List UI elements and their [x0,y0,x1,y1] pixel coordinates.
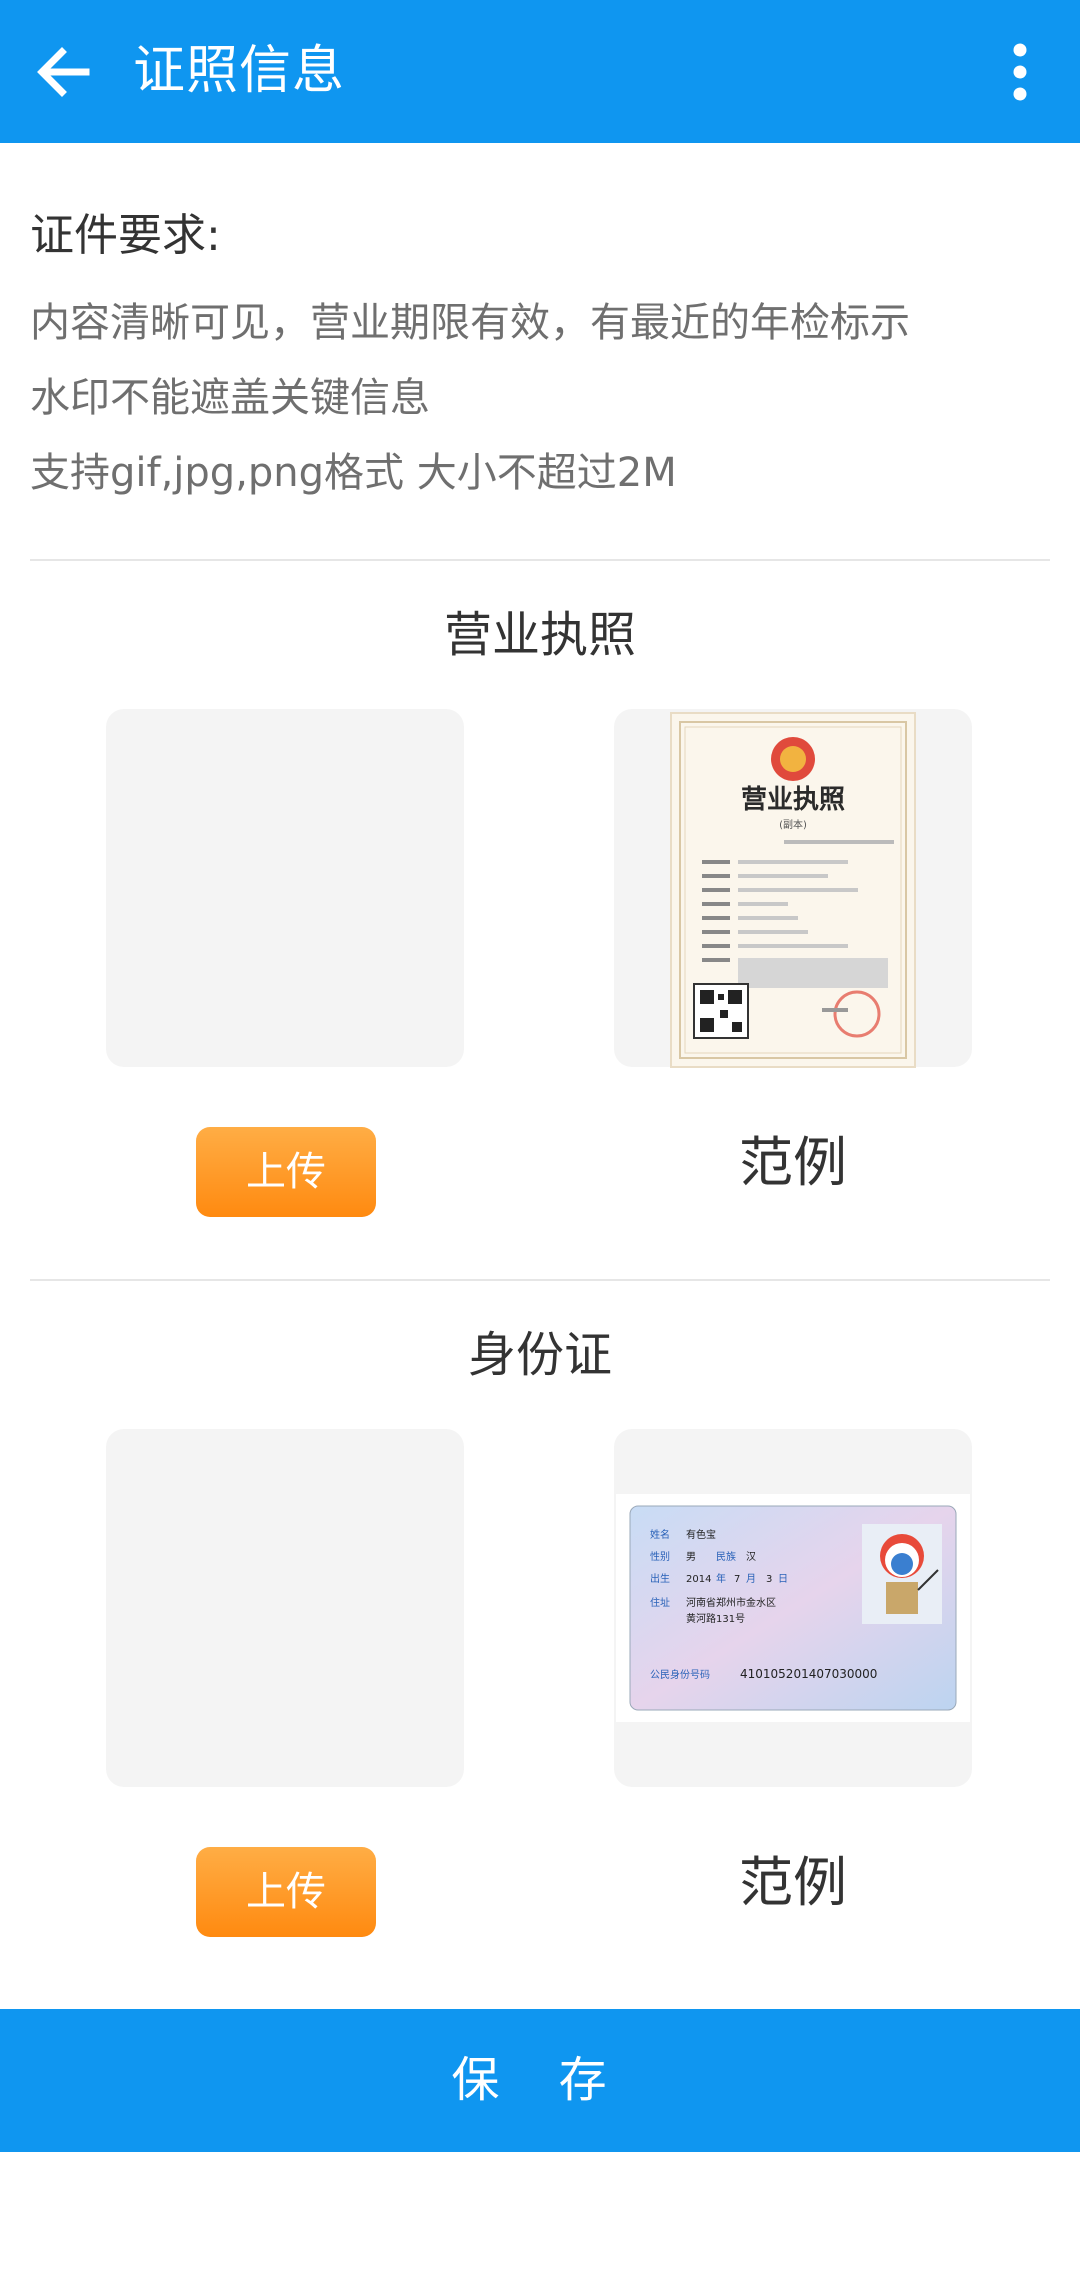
app-bar: 证照信息 [0,0,1080,143]
requirements-section: 证件要求: 内容清晰可见，营业期限有效，有最近的年检标示 水印不能遮盖关键信息 … [30,200,1050,511]
save-button[interactable]: 保 存 [0,2009,1080,2152]
license-sample-subheading: (副本) [779,818,807,831]
id-number-label: 公民身份号码 [650,1668,710,1681]
business-license-title: 营业执照 [443,607,636,663]
license-sample-heading: 营业执照 [741,785,845,815]
id-ethnicity-label: 民族 [716,1550,736,1563]
more-vertical-icon [1013,43,1027,101]
id-card-upload-area[interactable] [106,1429,464,1787]
divider [30,559,1050,561]
id-gender: 男 [686,1551,696,1563]
arrow-left-icon [37,47,90,97]
id-card-upload-button[interactable]: 上传 [196,1847,376,1937]
id-address-line1: 河南省郑州市金水区 [686,1596,776,1609]
id-birth-day: 3 [766,1574,772,1585]
id-day-unit: 日 [778,1574,788,1585]
requirement-line: 水印不能遮盖关键信息 [30,375,430,421]
business-license-upload-area[interactable] [106,709,464,1067]
id-month-unit: 月 [746,1573,756,1585]
requirement-line: 支持gif,jpg,png格式 大小不超过2M [30,450,677,496]
id-name-label: 姓名 [650,1528,670,1541]
id-birth-label: 出生 [650,1572,670,1585]
requirement-line: 内容清晰可见，营业期限有效，有最近的年检标示 [30,300,910,346]
business-license-example-label: 范例 [739,1131,847,1194]
id-card-sample-image: 姓名 有色宝 性别 男 民族 汉 出生 2014 年 7 月 3 日 住址 河南… [616,1494,970,1722]
id-card-title: 身份证 [467,1327,612,1383]
id-year-unit: 年 [716,1572,726,1585]
id-address-line2: 黄河路131号 [686,1612,745,1625]
business-license-sample-image: 营业执照 (副本) [670,712,916,1068]
id-birth-year: 2014 [686,1574,711,1585]
id-card-example-label: 范例 [739,1851,847,1914]
id-gender-label: 性别 [650,1550,670,1563]
id-ethnicity: 汉 [746,1551,756,1563]
id-birth-month: 7 [734,1574,740,1585]
id-address-label: 住址 [650,1596,670,1609]
divider [30,1279,1050,1281]
id-number: 410105201407030000 [740,1667,877,1681]
requirements-title: 证件要求: [30,210,221,261]
id-name: 有色宝 [686,1528,716,1541]
page-title: 证照信息 [133,41,346,101]
more-button[interactable] [990,36,1050,108]
back-button[interactable] [22,32,106,112]
business-license-upload-button[interactable]: 上传 [196,1127,376,1217]
